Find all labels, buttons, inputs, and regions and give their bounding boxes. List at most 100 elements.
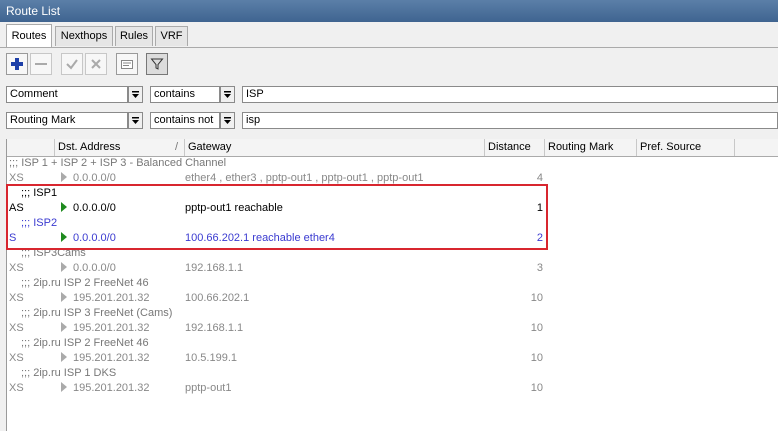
route-gateway: 192.168.1.1: [185, 262, 244, 274]
route-distance: 10: [530, 322, 543, 334]
dropdown-arrow-icon: [224, 117, 231, 124]
route-gateway: 100.66.202.1 reachable ether4: [185, 232, 335, 244]
route-flags: XS: [9, 322, 24, 334]
route-comment: ;;; ISP 1 + ISP 2 + ISP 3 - Balanced Cha…: [9, 157, 227, 169]
filter-row-1: Comment contains ISP: [0, 84, 778, 106]
filter-field-dropdown[interactable]: [128, 112, 143, 129]
table-row-comment[interactable]: ;;; 2ip.ru ISP 1 DKS: [7, 366, 778, 381]
route-comment: ;;; 2ip.ru ISP 3 FreeNet (Cams): [21, 307, 173, 319]
column-header-flags[interactable]: [7, 139, 55, 156]
table-row[interactable]: XS 195.201.201.32 100.66.202.1 10: [7, 291, 778, 306]
route-gateway: 10.5.199.1: [185, 352, 237, 364]
filter-operator-select[interactable]: contains not: [150, 112, 220, 129]
filter-field-select[interactable]: Comment: [6, 86, 128, 103]
route-distance: 10: [530, 382, 543, 394]
route-status-icon: [61, 352, 67, 363]
table-row-comment[interactable]: ;;; ISP2: [7, 216, 778, 231]
table-row[interactable]: XS 195.201.201.32 10.5.199.1 10: [7, 351, 778, 366]
route-dst-address: 0.0.0.0/0: [73, 232, 116, 244]
filter-icon: [150, 58, 164, 70]
tab-divider: [0, 47, 778, 48]
route-comment: ;;; 2ip.ru ISP 2 FreeNet 46: [21, 277, 149, 289]
table-row-comment[interactable]: ;;; 2ip.ru ISP 2 FreeNet 46: [7, 276, 778, 291]
filter-operator-dropdown[interactable]: [220, 86, 235, 103]
table-row[interactable]: XS 195.201.201.32 pptp-out1 10: [7, 381, 778, 396]
table-row-comment[interactable]: ;;; ISP1: [7, 186, 778, 201]
route-gateway: pptp-out1 reachable: [185, 202, 283, 214]
filter-value-input[interactable]: ISP: [242, 86, 778, 103]
check-icon: [66, 59, 78, 70]
route-gateway: 100.66.202.1: [185, 292, 250, 304]
route-dst-address: 195.201.201.32: [73, 352, 150, 364]
table-row[interactable]: XS 0.0.0.0/0 ether4 , ether3 , pptp-out1…: [7, 171, 778, 186]
route-flags: AS: [9, 202, 24, 214]
column-header-pref-source[interactable]: Pref. Source: [637, 139, 735, 156]
tab-nexthops[interactable]: Nexthops: [55, 26, 113, 46]
route-flags: S: [9, 232, 17, 244]
route-gateway: pptp-out1: [185, 382, 232, 394]
table-row[interactable]: AS 0.0.0.0/0 pptp-out1 reachable 1: [7, 201, 778, 216]
enable-button[interactable]: [61, 53, 83, 75]
note-icon: [121, 60, 133, 69]
route-comment: ;;; 2ip.ru ISP 1 DKS: [21, 367, 117, 379]
route-dst-address: 0.0.0.0/0: [73, 262, 116, 274]
filter-operator-dropdown[interactable]: [220, 112, 235, 129]
tab-bar: Routes Nexthops Rules VRF: [0, 22, 778, 48]
table-row[interactable]: XS 0.0.0.0/0 192.168.1.1 3: [7, 261, 778, 276]
table-row-comment[interactable]: ;;; 2ip.ru ISP 3 FreeNet (Cams): [7, 306, 778, 321]
route-gateway: ether4 , ether3 , pptp-out1 , pptp-out1 …: [185, 172, 424, 184]
route-comment: ;;; ISP2: [21, 217, 58, 229]
route-dst-address: 195.201.201.32: [73, 382, 150, 394]
column-header-distance[interactable]: Distance: [485, 139, 545, 156]
dropdown-arrow-icon: [132, 117, 139, 124]
route-status-icon: [61, 232, 67, 243]
window-title: Route List: [6, 4, 61, 18]
table-row-comment[interactable]: ;;; ISP3Cams: [7, 246, 778, 261]
route-status-icon: [61, 322, 67, 333]
route-distance: 3: [536, 262, 543, 274]
filter-value-input[interactable]: isp: [242, 112, 778, 129]
route-gateway: 192.168.1.1: [185, 322, 244, 334]
route-table: Dst. Address / Gateway Distance Routing …: [6, 139, 778, 431]
filter-row-2: Routing Mark contains not isp: [0, 110, 778, 132]
route-distance: 2: [536, 232, 543, 244]
column-header-gateway[interactable]: Gateway: [185, 139, 485, 156]
tab-rules[interactable]: Rules: [115, 26, 153, 46]
route-status-icon: [61, 202, 67, 213]
route-comment: ;;; 2ip.ru ISP 2 FreeNet 46: [21, 337, 149, 349]
route-dst-address: 0.0.0.0/0: [73, 202, 116, 214]
remove-button[interactable]: [30, 53, 52, 75]
route-status-icon: [61, 292, 67, 303]
dropdown-arrow-icon: [224, 91, 231, 98]
route-dst-address: 195.201.201.32: [73, 292, 150, 304]
table-row-comment[interactable]: ;;; 2ip.ru ISP 2 FreeNet 46: [7, 336, 778, 351]
plus-icon: [11, 58, 23, 70]
route-status-icon: [61, 262, 67, 273]
route-status-icon: [61, 172, 67, 183]
window-titlebar: Route List: [0, 0, 778, 22]
column-header-dst-address[interactable]: Dst. Address /: [55, 139, 185, 156]
filter-field-dropdown[interactable]: [128, 86, 143, 103]
minus-icon: [35, 63, 47, 65]
route-flags: XS: [9, 262, 24, 274]
table-row-comment[interactable]: ;;; ISP 1 + ISP 2 + ISP 3 - Balanced Cha…: [7, 156, 778, 171]
tab-routes[interactable]: Routes: [6, 24, 52, 48]
route-distance: 1: [536, 202, 543, 214]
route-status-icon: [61, 382, 67, 393]
tab-vrf[interactable]: VRF: [155, 26, 188, 46]
add-button[interactable]: [6, 53, 28, 75]
column-header-routing-mark[interactable]: Routing Mark: [545, 139, 637, 156]
filter-field-select[interactable]: Routing Mark: [6, 112, 128, 129]
comment-button[interactable]: [116, 53, 138, 75]
route-dst-address: 195.201.201.32: [73, 322, 150, 334]
route-distance: 10: [530, 352, 543, 364]
route-flags: XS: [9, 172, 24, 184]
filter-button[interactable]: [146, 53, 168, 75]
disable-button[interactable]: [85, 53, 107, 75]
route-distance: 4: [536, 172, 543, 184]
route-flags: XS: [9, 292, 24, 304]
table-row[interactable]: XS 195.201.201.32 192.168.1.1 10: [7, 321, 778, 336]
filter-operator-select[interactable]: contains: [150, 86, 220, 103]
table-row[interactable]: S 0.0.0.0/0 100.66.202.1 reachable ether…: [7, 231, 778, 246]
toolbar: [0, 50, 778, 80]
